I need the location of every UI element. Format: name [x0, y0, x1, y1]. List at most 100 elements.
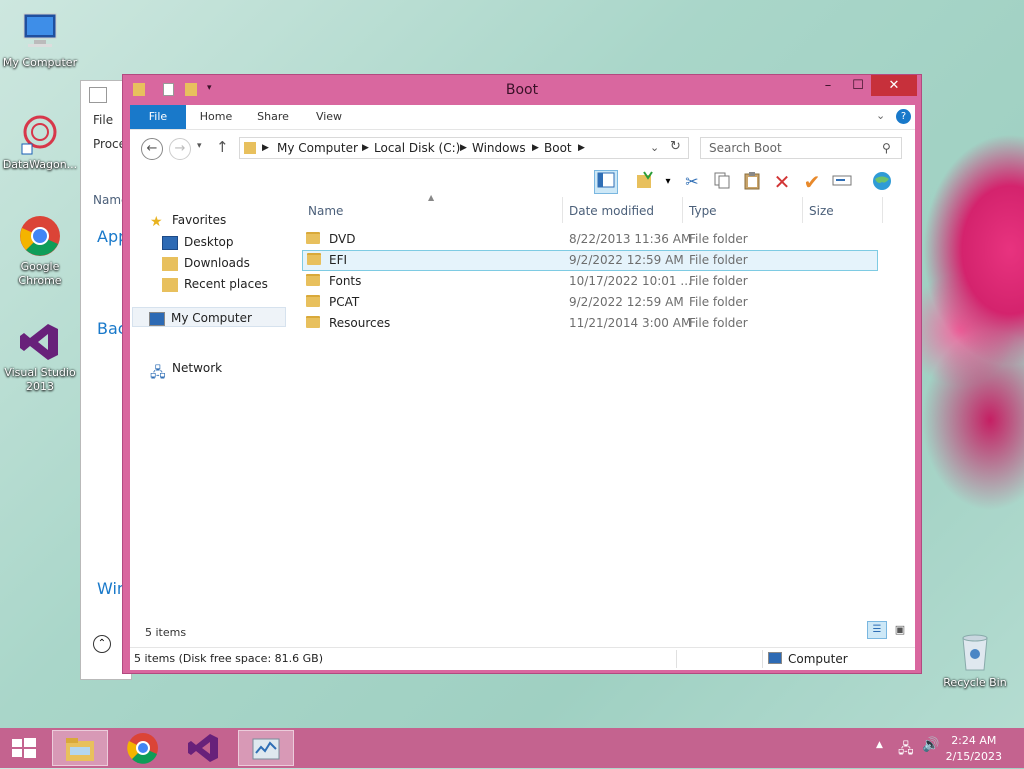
details-view-button[interactable]: ☰ — [867, 621, 887, 639]
computer-icon — [768, 652, 782, 664]
minimize-button[interactable]: – — [813, 75, 843, 96]
globe-icon[interactable] — [870, 170, 894, 194]
nav-favorites[interactable]: ★ Favorites — [150, 213, 226, 230]
column-divider[interactable] — [682, 197, 683, 223]
column-header-name[interactable]: Name — [308, 204, 343, 218]
volume-icon[interactable]: 🔊 — [922, 737, 939, 753]
preview-pane-icon[interactable] — [594, 170, 618, 194]
tab-share[interactable]: Share — [248, 105, 298, 129]
command-toolbar: ▾ ✂ ✕ ✔ — [590, 167, 915, 197]
nav-recent-places[interactable]: Recent places — [162, 277, 268, 292]
taskbar-clock[interactable]: 2:24 AM 2/15/2023 — [946, 733, 1002, 765]
nav-my-computer[interactable]: My Computer — [132, 307, 286, 327]
properties-icon[interactable] — [632, 170, 656, 194]
breadcrumb-boot[interactable]: Boot — [544, 141, 572, 155]
back-button[interactable]: ← — [141, 138, 163, 160]
column-header-size[interactable]: Size — [809, 204, 834, 218]
rename-check-icon[interactable]: ✔ — [800, 170, 824, 194]
bg-expand-icon[interactable]: ⌃ — [93, 635, 111, 653]
breadcrumb-local-disk[interactable]: Local Disk (C:) — [374, 141, 460, 155]
show-hidden-icons-button[interactable]: ▲ — [876, 740, 883, 750]
breadcrumb-separator[interactable]: ▶ — [532, 143, 539, 153]
breadcrumb-separator[interactable]: ▶ — [460, 143, 467, 153]
downloads-folder-icon — [162, 256, 178, 271]
desktop-icon-label: Google Chrome — [18, 260, 62, 287]
table-row[interactable]: PCAT 9/2/2022 12:59 AM File folder — [302, 292, 878, 313]
chevron-down-icon[interactable]: ⌄ — [650, 141, 659, 154]
breadcrumb-windows[interactable]: Windows — [472, 141, 526, 155]
column-divider[interactable] — [802, 197, 803, 223]
tab-file[interactable]: File — [130, 105, 186, 129]
up-button[interactable]: ↑ — [216, 138, 229, 156]
tab-home[interactable]: Home — [190, 105, 242, 129]
nav-downloads[interactable]: Downloads — [162, 256, 250, 271]
window-title: Boot — [505, 82, 539, 98]
taskbar-file-explorer[interactable] — [52, 730, 108, 766]
clock-time: 2:24 AM — [951, 734, 997, 747]
desktop-icon-recycle-bin[interactable]: Recycle Bin — [935, 630, 1015, 690]
file-date: 9/2/2022 12:59 AM — [569, 253, 684, 267]
network-icon: 🖧 — [150, 364, 166, 381]
navigation-pane: ★ Favorites Desktop Downloads Recent plac… — [130, 197, 300, 617]
status-location: Computer — [788, 652, 848, 666]
column-divider[interactable] — [562, 197, 563, 223]
file-name: PCAT — [329, 295, 360, 309]
recent-locations-icon[interactable]: ▾ — [197, 141, 202, 151]
folder-icon — [244, 142, 256, 154]
network-icon[interactable]: 🖧 — [898, 738, 914, 762]
file-date: 8/22/2013 11:36 AM — [569, 232, 692, 246]
explorer-window[interactable]: ▾ Boot – ☐ ✕ File Home Share View ⌄ ? ← … — [122, 74, 922, 674]
delete-icon[interactable]: ✕ — [770, 170, 794, 194]
desktop-icon-visual-studio[interactable]: Visual Studio 2013 — [0, 320, 80, 394]
maximize-button[interactable]: ☐ — [843, 75, 873, 96]
file-explorer-icon — [66, 738, 94, 761]
chevron-down-icon[interactable]: ▾ — [656, 170, 680, 194]
desktop-icon-label: Visual Studio 2013 — [4, 366, 76, 393]
address-input[interactable]: ▶ My Computer ▶ Local Disk (C:) ▶ Window… — [239, 137, 689, 159]
recent-places-icon — [162, 277, 178, 292]
breadcrumb-my-computer[interactable]: My Computer — [277, 141, 358, 155]
search-icon[interactable]: ⚲ — [882, 141, 891, 155]
task-manager-icon — [252, 738, 280, 760]
desktop-icon-label: My Computer — [2, 56, 78, 69]
title-bar[interactable]: ▾ Boot – ☐ ✕ — [123, 75, 921, 105]
column-header-type[interactable]: Type — [689, 204, 717, 218]
table-row[interactable]: Fonts 10/17/2022 10:01 ... File folder — [302, 271, 878, 292]
recycle-bin-icon — [953, 630, 997, 674]
chrome-icon — [127, 733, 158, 764]
visual-studio-icon — [188, 734, 218, 762]
close-button[interactable]: ✕ — [871, 75, 917, 96]
forward-button[interactable]: → — [169, 138, 191, 160]
breadcrumb-separator[interactable]: ▶ — [362, 143, 369, 153]
file-date: 9/2/2022 12:59 AM — [569, 295, 684, 309]
nav-desktop[interactable]: Desktop — [162, 235, 234, 250]
paste-icon[interactable] — [740, 170, 764, 194]
bg-menu-file[interactable]: File — [93, 113, 113, 127]
nav-network[interactable]: 🖧 Network — [150, 361, 222, 381]
start-button[interactable] — [0, 730, 48, 766]
copy-icon[interactable] — [710, 170, 734, 194]
table-row[interactable]: Resources 11/21/2014 3:00 AM File folder — [302, 313, 878, 334]
taskbar-visual-studio[interactable] — [176, 730, 232, 766]
rename-icon[interactable] — [830, 170, 854, 194]
breadcrumb-separator[interactable]: ▶ — [262, 143, 269, 153]
table-row-selected[interactable]: EFI 9/2/2022 12:59 AM File folder — [302, 250, 878, 271]
chevron-down-icon[interactable]: ⌄ — [876, 109, 885, 122]
cut-icon[interactable]: ✂ — [680, 170, 704, 194]
file-name: Fonts — [329, 274, 362, 288]
desktop-icon-label: Recycle Bin — [943, 676, 1007, 689]
help-icon[interactable]: ? — [896, 109, 911, 124]
column-divider[interactable] — [882, 197, 883, 223]
desktop-icon-chrome[interactable]: Google Chrome — [0, 214, 80, 288]
taskbar-task-manager[interactable] — [238, 730, 294, 766]
table-row[interactable]: DVD 8/22/2013 11:36 AM File folder — [302, 229, 878, 250]
refresh-icon[interactable]: ↻ — [670, 139, 681, 154]
taskbar-chrome[interactable] — [115, 730, 171, 766]
column-header-date[interactable]: Date modified — [569, 204, 654, 218]
large-icons-view-button[interactable]: ▣ — [890, 621, 910, 639]
desktop-icon-datawagon[interactable]: DataWagon... — [0, 112, 80, 172]
tab-view[interactable]: View — [306, 105, 352, 129]
desktop-icon-my-computer[interactable]: My Computer — [0, 10, 80, 70]
breadcrumb-separator[interactable]: ▶ — [578, 143, 585, 153]
search-input[interactable]: Search Boot — [700, 137, 902, 159]
